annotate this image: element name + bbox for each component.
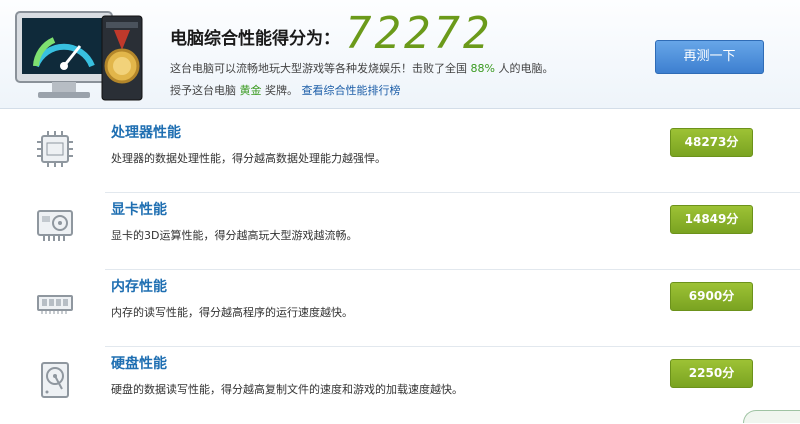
cpu-score-badge: 48273分 <box>670 128 753 157</box>
gpu-score-badge: 14849分 <box>670 205 753 234</box>
score-title: 电脑综合性能得分为： <box>170 29 340 49</box>
graphics-card-icon <box>37 210 73 241</box>
total-score: 72272 <box>345 8 493 59</box>
item-title: 处理器性能 <box>111 125 181 141</box>
item-title: 硬盘性能 <box>111 356 167 372</box>
summary-header: 电脑综合性能得分为： 72272 这台电脑可以流畅地玩大型游戏等各种发烧娱乐！击… <box>0 0 800 109</box>
award-line: 授予这台电脑 黄金 奖牌。 查看综合性能排行榜 <box>170 82 401 98</box>
item-title: 内存性能 <box>111 279 167 295</box>
retest-button[interactable]: 再测一下 <box>655 40 764 74</box>
score-description: 这台电脑可以流畅地玩大型游戏等各种发烧娱乐！击败了全国 88% 人的电脑。 <box>170 60 553 76</box>
award-prefix: 授予这台电脑 <box>170 84 236 97</box>
item-description: 硬盘的数据读写性能，得分越高复制文件的速度和游戏的加载速度越快。 <box>111 383 463 396</box>
item-description: 处理器的数据处理性能，得分越高数据处理能力越强悍。 <box>111 152 386 165</box>
desc-suffix: 人的电脑。 <box>498 62 554 75</box>
award-suffix: 奖牌。 <box>265 84 298 97</box>
cpu-performance-row: 处理器性能 处理器的数据处理性能，得分越高数据处理能力越强悍。 48273分 <box>0 116 800 193</box>
item-description: 内存的读写性能，得分越高程序的运行速度越快。 <box>111 306 353 319</box>
memory-score-badge: 6900分 <box>670 282 753 311</box>
item-description: 显卡的3D运算性能，得分越高玩大型游戏越流畅。 <box>111 229 358 242</box>
memory-performance-row: 内存性能 内存的读写性能，得分越高程序的运行速度越快。 6900分 <box>0 270 800 347</box>
cpu-icon <box>37 131 73 167</box>
corner-decoration <box>743 410 800 423</box>
disk-score-badge: 2250分 <box>670 359 753 388</box>
performance-monitor-icon <box>15 11 143 101</box>
hard-disk-icon <box>41 362 69 398</box>
beat-percentage: 88% <box>470 62 495 75</box>
award-level: 黄金 <box>239 84 262 97</box>
memory-icon <box>37 295 73 314</box>
item-title: 显卡性能 <box>111 202 167 218</box>
disk-performance-row: 硬盘性能 硬盘的数据读写性能，得分越高复制文件的速度和游戏的加载速度越快。 22… <box>0 347 800 424</box>
gpu-performance-row: 显卡性能 显卡的3D运算性能，得分越高玩大型游戏越流畅。 14849分 <box>0 193 800 270</box>
ranking-link[interactable]: 查看综合性能排行榜 <box>302 84 401 97</box>
desc-prefix: 这台电脑可以流畅地玩大型游戏等各种发烧娱乐！击败了全国 <box>170 62 467 75</box>
